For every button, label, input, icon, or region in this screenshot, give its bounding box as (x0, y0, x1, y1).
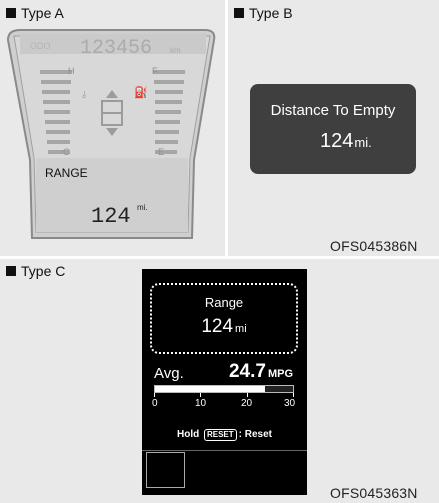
avg-label: Avg. (154, 365, 184, 382)
fuel-empty-mark: E (158, 147, 164, 157)
bullet-square-icon (234, 8, 244, 18)
type-c-lcd-display: Range 124 mi Avg. 24.7 MPG 0 10 20 30 Hold… (142, 269, 307, 495)
avg-unit: MPG (267, 368, 293, 380)
reset-key-badge: RESET (203, 429, 237, 441)
type-c-range-value: 124 (201, 316, 234, 337)
avg-value-row: 24.7 MPG (229, 361, 293, 383)
odometer-unit: km (170, 46, 181, 55)
bullet-square-icon (6, 266, 16, 276)
fuel-full-mark: F (152, 66, 158, 76)
thermometer-icon: ⫰ (82, 90, 87, 101)
type-a-range-label: RANGE (45, 166, 88, 180)
type-b-figure-code: OFS045386N (330, 238, 418, 254)
scale-tick-10 (200, 393, 201, 397)
temp-high-mark: H (68, 66, 75, 76)
scale-label-30: 30 (284, 398, 296, 409)
scale-label-0: 0 (152, 398, 158, 409)
odo-prefix: ODO (30, 41, 51, 51)
odometer-value: 123456 (80, 37, 152, 60)
reset-text: : Reset (238, 429, 273, 440)
distance-to-empty-display: Distance To Empty 124mi. (250, 84, 416, 174)
fuel-economy-bar-fill (155, 386, 266, 392)
type-c-range-value-row: 124 mi (152, 316, 296, 338)
temp-low-mark: C (63, 147, 70, 157)
type-a-cluster-display: ODO 123456 km H C ⫰ F E ⛽ RANGE 124 mi. (6, 29, 216, 239)
scale-label-20: 20 (241, 398, 253, 409)
scale-tick-30 (293, 393, 294, 397)
type-c-figure-code: OFS045363N (330, 485, 418, 501)
hold-reset-hint: Hold RESET: Reset (142, 429, 307, 441)
type-a-range-unit: mi. (137, 203, 148, 212)
dte-value-row: 124mi. (320, 130, 372, 153)
dte-unit: mi. (354, 135, 372, 150)
type-c-label: Type C (21, 263, 66, 279)
type-c-range-label: Range (204, 295, 244, 310)
scale-tick-0 (154, 393, 155, 397)
type-b-label: Type B (249, 5, 293, 21)
range-box: Range 124 mi (150, 283, 298, 354)
hold-text: Hold (176, 429, 200, 440)
fuel-economy-bar (154, 385, 294, 393)
fuel-pump-icon: ⛽ (134, 86, 148, 99)
dte-value: 124 (320, 130, 354, 152)
type-c-heading: Type C (6, 263, 65, 279)
display-divider (142, 450, 307, 451)
type-c-range-unit: mi (235, 323, 247, 335)
indicator-square (146, 452, 185, 488)
dte-title: Distance To Empty (270, 102, 396, 119)
avg-value: 24.7 (228, 361, 266, 382)
scale-tick-20 (247, 393, 248, 397)
type-a-range-value: 124 (91, 204, 131, 229)
type-b-heading: Type B (234, 5, 293, 21)
scale-label-10: 10 (195, 398, 207, 409)
